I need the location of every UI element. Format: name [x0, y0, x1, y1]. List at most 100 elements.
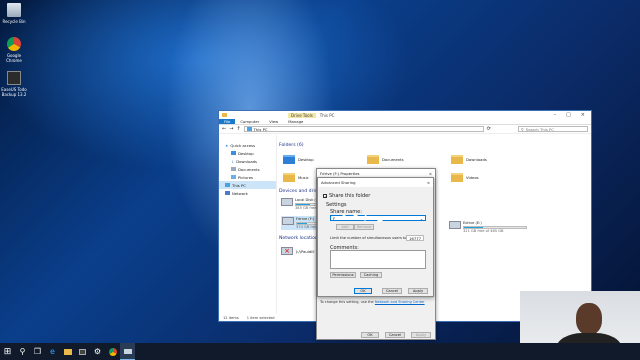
remove-button[interactable]: Remove: [354, 224, 374, 230]
taskbar-edge[interactable]: e: [45, 343, 60, 360]
taskbar-settings[interactable]: ⚙: [90, 343, 105, 360]
address-row: ← → ↑ This PC ⟳ ⚲ Search This PC: [219, 125, 591, 134]
add-button[interactable]: Add: [336, 224, 354, 230]
close-button[interactable]: ×: [581, 112, 585, 118]
taskbar-store[interactable]: [75, 343, 90, 360]
computer-icon: [225, 183, 230, 187]
network-sharing-center-link[interactable]: Network and Sharing Center: [375, 300, 425, 304]
checkbox-checked-icon: ✓: [323, 194, 328, 199]
limit-users-value: 16777: [409, 235, 422, 241]
presenter-face: [576, 303, 602, 335]
documents-icon: [231, 167, 236, 171]
pictures-icon: [231, 175, 236, 179]
folder-documents[interactable]: Documents: [367, 155, 404, 164]
disconnected-drive-icon: ×: [281, 247, 293, 255]
computer-icon: [246, 127, 252, 131]
ribbon-tab-manage[interactable]: Manage: [283, 119, 308, 124]
nav-item-this-pc[interactable]: This PC: [219, 181, 276, 189]
taskbar: ⊞ ⚲ ❐ e ⚙: [0, 343, 640, 360]
folder-icon: [367, 155, 379, 164]
comments-textarea[interactable]: [330, 250, 426, 269]
nav-label: Desktop: [238, 150, 254, 156]
maximize-button[interactable]: □: [566, 112, 571, 118]
start-button[interactable]: ⊞: [0, 343, 15, 360]
folder-icon: [283, 173, 295, 182]
folder-label: Videos: [466, 175, 479, 180]
folder-desktop[interactable]: Desktop: [283, 155, 314, 164]
search-input[interactable]: ⚲ Search This PC: [518, 126, 588, 132]
folders-header[interactable]: Folders (6): [279, 143, 304, 148]
address-bar[interactable]: This PC: [243, 126, 484, 132]
refresh-icon[interactable]: ⟳: [487, 126, 491, 132]
share-folder-checkbox[interactable]: ✓ Share this folder: [323, 193, 370, 199]
folder-icon: [283, 155, 295, 164]
taskbar-chrome[interactable]: [105, 343, 120, 360]
network-header[interactable]: Network locations: [279, 236, 320, 241]
ribbon-tab-view[interactable]: View: [264, 119, 283, 124]
properties-title: Fdrive (F:) Properties: [320, 171, 360, 176]
taskbar-explorer[interactable]: [60, 343, 75, 360]
caching-button[interactable]: Caching: [360, 272, 382, 278]
drive-e[interactable]: Edrive (E:) 321 GB free of 465 GB: [449, 221, 527, 233]
context-tab-label[interactable]: Drive Tools: [288, 112, 316, 118]
desktop-icon-recycle-bin[interactable]: Recycle Bin: [0, 3, 28, 24]
recycle-bin-icon: [7, 3, 21, 17]
properties-cancel-button[interactable]: Cancel: [385, 332, 405, 338]
properties-apply-button[interactable]: Apply: [411, 332, 431, 338]
advanced-apply-button[interactable]: Apply: [408, 288, 428, 294]
folder-icon: [63, 348, 72, 355]
nav-item-pictures[interactable]: Pictures: [219, 173, 276, 181]
status-bar: 12 items 1 item selected: [223, 316, 275, 320]
task-view-icon: ❐: [33, 347, 42, 356]
nav-item-desktop[interactable]: Desktop: [219, 149, 276, 157]
search-button[interactable]: ⚲: [15, 343, 30, 360]
nav-label: Downloads: [236, 158, 258, 164]
note-text: To change this setting, use the: [320, 300, 374, 304]
nav-label: This PC: [232, 182, 246, 188]
task-view-button[interactable]: ❐: [30, 343, 45, 360]
settings-label: Settings: [326, 202, 347, 208]
nav-item-downloads[interactable]: ↓ Downloads: [219, 157, 276, 165]
drive-icon: [282, 217, 294, 225]
share-folder-label: Share this folder: [329, 193, 371, 199]
taskbar-explorer-active[interactable]: [120, 343, 135, 360]
navigation-pane: ★ Quick access Desktop ↓ Downloads Documen…: [219, 135, 277, 313]
close-icon[interactable]: ×: [429, 171, 432, 176]
desktop-icon-label: Google Chrome: [6, 53, 22, 63]
drive-icon: [281, 198, 293, 206]
minimize-button[interactable]: –: [554, 112, 557, 118]
easeus-icon: [7, 71, 21, 85]
back-icon[interactable]: ←: [222, 126, 226, 132]
gear-icon: ⚙: [93, 347, 102, 356]
desktop-icon-label: Recycle Bin: [2, 19, 26, 24]
ribbon-tab-file[interactable]: File: [219, 119, 236, 124]
folder-videos[interactable]: Videos: [451, 173, 479, 182]
network-icon: [225, 191, 230, 195]
properties-ok-button[interactable]: OK: [361, 332, 379, 338]
status-items: 12 items: [223, 316, 239, 320]
store-icon: [79, 348, 86, 355]
nav-label: Quick access: [230, 142, 256, 148]
desktop-icon-chrome[interactable]: Google Chrome: [0, 37, 28, 63]
forward-icon[interactable]: →: [229, 126, 233, 132]
desktop-icon-easeus[interactable]: EaseUS Todo Backup 13.2: [0, 71, 28, 97]
properties-note: To change this setting, use the Network …: [320, 300, 434, 304]
nav-item-documents[interactable]: Documents: [219, 165, 276, 173]
network-drive[interactable]: × J:/\Pauldill: [281, 247, 314, 255]
desktop-icon: [231, 151, 236, 155]
nav-item-network[interactable]: Network: [219, 189, 276, 197]
folder-music[interactable]: Music: [283, 173, 309, 182]
limit-users-spinner[interactable]: 16777: [406, 235, 424, 241]
nav-item-quick-access[interactable]: ★ Quick access: [219, 141, 276, 149]
permissions-button[interactable]: Permissions: [330, 272, 356, 278]
title-bar: Drive Tools This PC – □ ×: [219, 111, 591, 119]
ribbon-tab-computer[interactable]: Computer: [235, 119, 264, 124]
nav-label: Pictures: [238, 174, 254, 180]
search-icon: ⚲: [521, 126, 524, 132]
advanced-cancel-button[interactable]: Cancel: [382, 288, 402, 294]
up-icon[interactable]: ↑: [236, 126, 240, 132]
desktop-icon-label: EaseUS Todo Backup 13.2: [1, 87, 27, 97]
close-icon[interactable]: ×: [427, 180, 430, 185]
folder-downloads[interactable]: Downloads: [451, 155, 487, 164]
advanced-ok-button[interactable]: OK: [354, 288, 372, 294]
